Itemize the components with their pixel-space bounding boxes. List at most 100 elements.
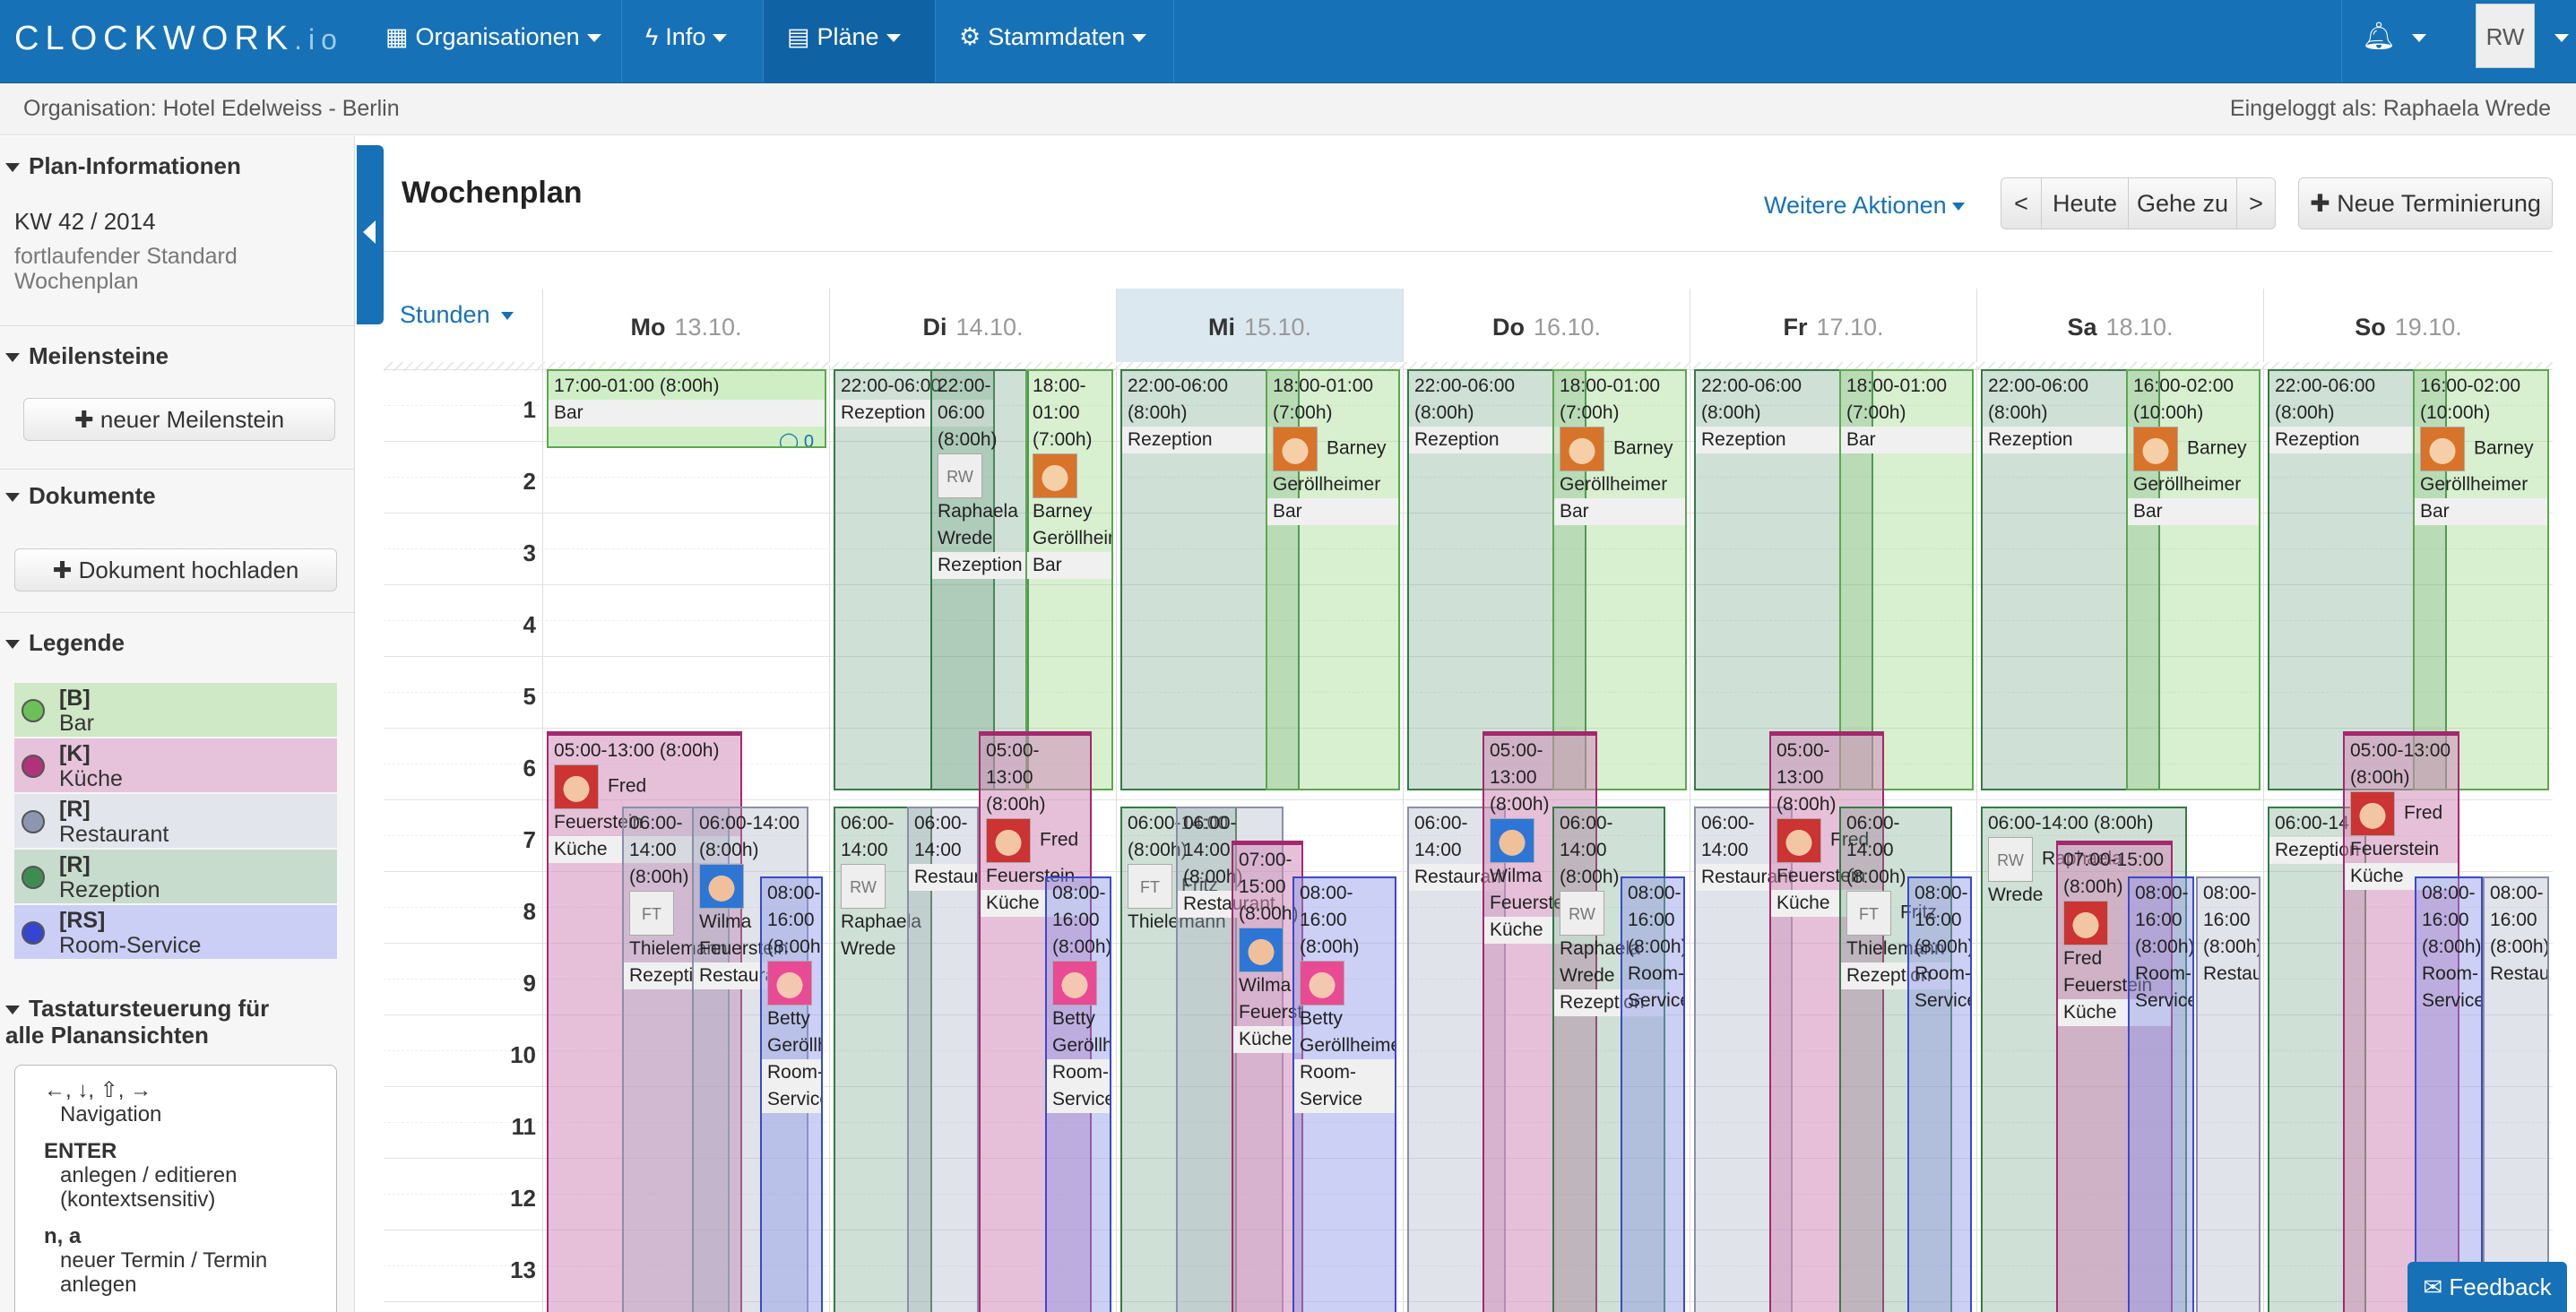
legend-dot [22, 866, 45, 889]
user-avatar[interactable]: RW [2476, 4, 2535, 68]
sidebar-collapse-toggle[interactable] [357, 145, 384, 324]
enter-key-label: ENTER [44, 1139, 117, 1163]
day-header-so[interactable]: So 19.10. [2263, 289, 2553, 366]
week-calendar: Stunden Mo 13.10. Di 14.10. Mi 15.10. Do 16.… [384, 289, 2553, 1312]
bell-icon: 🔔︎ [2362, 22, 2397, 51]
legend-item-bar[interactable]: [B] Bar [14, 683, 337, 737]
avatar [1052, 961, 1097, 1006]
event-card[interactable]: 08:00-16:00 (8:00h) Room-Service [2128, 876, 2194, 1312]
notifications-button[interactable]: 🔔︎ [2341, 0, 2440, 82]
avatar [699, 864, 744, 909]
enter-desc: anlegen / editieren (kontextsensitiv) [60, 1163, 238, 1212]
new-scheduling-button[interactable]: ✚ Neue Terminierung [2298, 177, 2553, 229]
legend-header[interactable]: Legende [5, 629, 125, 657]
na-key-label: n, a [44, 1224, 82, 1248]
prev-week-button[interactable]: < [2001, 177, 2042, 229]
nav-info[interactable]: ϟ Info [622, 0, 764, 82]
arrow-keys-label: ←, ↓, ⇧, → [44, 1078, 152, 1102]
chevron-down-icon[interactable] [2554, 34, 2569, 42]
event-card[interactable]: 06:00-14:00Restaurant [907, 807, 979, 1312]
legend-dot [22, 921, 45, 945]
divider [384, 251, 2553, 252]
avatar [1560, 427, 1604, 471]
day-header-do[interactable]: Do 16.10. [1403, 289, 1690, 366]
avatar: FT [629, 891, 674, 936]
page-title: Wochenplan [402, 176, 583, 210]
milestones-section: Meilensteine ✚ neuer Meilenstein [0, 326, 355, 470]
hour-label: 2 [523, 468, 536, 495]
avatar: FT [1846, 891, 1891, 936]
event-card[interactable]: 08:00-16:00 (8:00h) Room-Service [2415, 876, 2483, 1312]
day-header-mo[interactable]: Mo 13.10. [542, 289, 829, 366]
event-card[interactable]: 16:00-02:00 (10:00h) Barney Geröllheimer B… [2126, 369, 2260, 790]
event-card[interactable]: 17:00-01:00 (8:00h) Bar ◯ 0 [547, 369, 826, 448]
nav-stammdaten[interactable]: ⚙ Stammdaten [936, 0, 1174, 82]
nav-plaene[interactable]: ▤ Pläne [764, 0, 936, 82]
event-card[interactable]: 08:00-16:00 (8:00h) Room-Service [1621, 876, 1685, 1312]
hour-label: 9 [523, 970, 536, 997]
hour-label: 12 [510, 1185, 536, 1212]
milestones-header[interactable]: Meilensteine [5, 342, 169, 370]
hour-label: 3 [523, 539, 536, 566]
day-column-divider [1116, 366, 1117, 1312]
day-column-divider [1976, 366, 1977, 1312]
event-card[interactable]: 08:00-16:00 (8:00h)Restaurant [2483, 876, 2549, 1312]
documents-header[interactable]: Dokumente [5, 482, 156, 510]
hours-dropdown[interactable]: Stunden [400, 301, 514, 329]
day-header-sa[interactable]: Sa 18.10. [1976, 289, 2263, 366]
plus-icon: ✚ [2310, 190, 2338, 217]
feedback-button[interactable]: ✉ Feedback [2407, 1262, 2567, 1312]
hour-label: 8 [523, 898, 536, 925]
chevron-down-icon [2412, 33, 2427, 42]
hour-label: 6 [523, 755, 536, 781]
hour-label: 5 [523, 683, 536, 710]
nav-organisationen[interactable]: ▦ Organisationen [362, 0, 622, 82]
day-header-mi[interactable]: Mi 15.10. [1116, 289, 1403, 366]
new-milestone-button[interactable]: ✚ neuer Meilenstein [23, 398, 335, 441]
caret-down-icon [5, 163, 20, 173]
bolt-icon: ϟ [645, 23, 659, 50]
logo[interactable]: CLOCKWORK.io [14, 20, 343, 58]
avatar [986, 818, 1031, 863]
chevron-down-icon [886, 34, 901, 43]
event-card[interactable]: 08:00-16:00 (8:00h) Room-Service [1907, 876, 1972, 1312]
comment-count[interactable]: ◯ 0 [779, 428, 814, 446]
legend-item-rezeption[interactable]: [R] Rezeption [14, 850, 337, 903]
avatar [1033, 453, 1077, 498]
more-actions-dropdown[interactable]: Weitere Aktionen [1764, 192, 1965, 220]
avatar: RW [1988, 837, 2033, 882]
legend-item-room-service[interactable]: [RS] Room-Service [14, 905, 337, 959]
avatar [767, 961, 812, 1006]
next-week-button[interactable]: > [2236, 177, 2276, 229]
hour-label: 7 [523, 826, 536, 853]
goto-button[interactable]: Gehe zu [2128, 177, 2237, 229]
legend-item-kueche[interactable]: [K] Küche [14, 738, 337, 792]
event-card[interactable]: 18:00-01:00 (7:00h)Barney GeröllheimerBa… [1552, 369, 1687, 790]
event-card[interactable]: 08:00-16:00 (8:00h)Restaurant [2196, 876, 2260, 1312]
event-card[interactable]: 22:00-06:00 (8:00h) RWRaphaela Wrede Rezep… [930, 369, 1029, 790]
avatar [1273, 427, 1318, 471]
day-header-fr[interactable]: Fr 17.10. [1690, 289, 1976, 366]
legend-item-restaurant[interactable]: [R] Restaurant [14, 794, 337, 848]
legend-section: Legende [B] Bar [K] Küche [R] Restaurant [R… [0, 613, 355, 1110]
event-card[interactable]: 18:00-01:00 (7:00h)Barney GeröllheimerBa… [1025, 369, 1113, 790]
avatar [2063, 901, 2108, 945]
caret-down-icon [5, 493, 20, 503]
plus-icon: ✚ [52, 557, 79, 583]
top-navbar: CLOCKWORK.io ▦ Organisationen ϟ Info ▤ Plän… [0, 0, 2576, 83]
upload-document-button[interactable]: ✚ Dokument hochladen [14, 548, 337, 591]
avatar [2420, 427, 2465, 471]
logged-in-label: Eingeloggt als: Raphaela Wrede [2229, 96, 2551, 121]
caret-down-icon [5, 1006, 20, 1015]
today-button[interactable]: Heute [2041, 177, 2129, 229]
event-card[interactable]: 18:00-01:00 (7:00h) Bar [1839, 369, 1974, 790]
avatar: RW [1560, 891, 1604, 936]
day-header-di[interactable]: Di 14.10. [829, 289, 1116, 366]
plan-info-header[interactable]: Plan-Informationen [5, 152, 241, 180]
event-card[interactable]: 08:00-16:00 (8:00h)Betty GeröllheimerRoo… [1292, 876, 1396, 1312]
event-card[interactable]: 08:00-16:00 (8:00h)Betty GeröllheimerRoo… [760, 876, 823, 1312]
event-card[interactable]: 18:00-01:00 (7:00h)Barney GeröllheimerBa… [1266, 369, 1400, 790]
keyboard-header[interactable]: Tastatursteuerung für alle Planansichten [5, 995, 310, 1049]
event-card[interactable]: 08:00-16:00 (8:00h)Betty GeröllheimerRoo… [1045, 876, 1111, 1312]
event-card[interactable]: 16:00-02:00 (10:00h) Barney Geröllheimer B… [2413, 369, 2549, 790]
